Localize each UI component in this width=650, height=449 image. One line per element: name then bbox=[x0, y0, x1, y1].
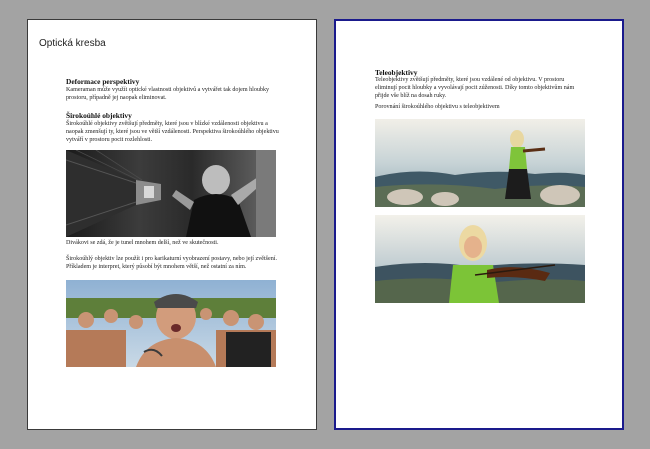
heading-perspective-deformation: Deformace perspektivy bbox=[66, 77, 140, 86]
violinist-telephoto-photo bbox=[375, 215, 585, 303]
paragraph-perspective-deformation: Kameraman může využít optické vlastnosti… bbox=[66, 87, 270, 102]
caption-lens-comparison: Porovnání širokoúhlého objektivu s teleo… bbox=[375, 104, 500, 110]
paragraph-wide-angle-lenses: Širokoúhlé objektivy zvětšují předměty, … bbox=[66, 121, 279, 144]
crowd-photo bbox=[66, 280, 276, 367]
heading-wide-angle-lenses: Širokoúhlé objektivy bbox=[66, 111, 132, 120]
caption-tunnel: Divákovi se zdá, že je tunel mnohem delš… bbox=[66, 240, 219, 246]
page-title: Optická kresba bbox=[39, 38, 106, 49]
violinist-wide-photo bbox=[375, 119, 585, 207]
paragraph-telephoto-lenses: Teleobjektivy zvětšují předměty, které j… bbox=[375, 77, 575, 100]
tunnel-photo bbox=[66, 150, 276, 237]
paragraph-caricature: Širokoúhlý objektiv lze použít i pro kar… bbox=[66, 256, 277, 271]
